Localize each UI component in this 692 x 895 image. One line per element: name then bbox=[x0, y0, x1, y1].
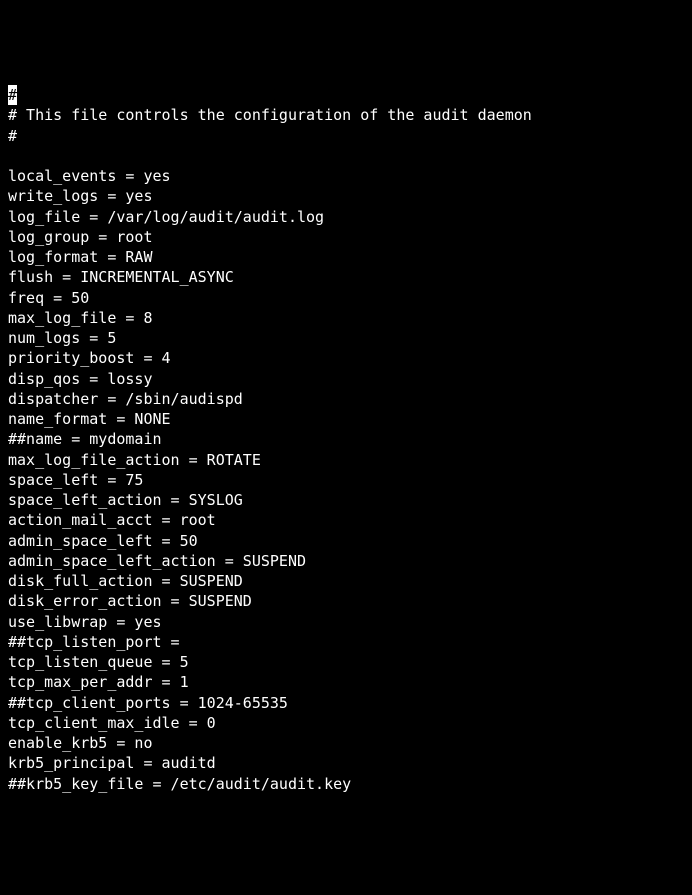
terminal-line: enable_krb5 = no bbox=[8, 733, 684, 753]
terminal-line: name_format = NONE bbox=[8, 409, 684, 429]
terminal-line: priority_boost = 4 bbox=[8, 348, 684, 368]
terminal-line: disk_error_action = SUSPEND bbox=[8, 591, 684, 611]
cursor-position: # bbox=[8, 85, 17, 105]
terminal-line: # bbox=[8, 85, 684, 105]
terminal-line: max_log_file = 8 bbox=[8, 308, 684, 328]
terminal-line: tcp_listen_queue = 5 bbox=[8, 652, 684, 672]
terminal-line: log_group = root bbox=[8, 227, 684, 247]
terminal-line: disk_full_action = SUSPEND bbox=[8, 571, 684, 591]
terminal-line: space_left_action = SYSLOG bbox=[8, 490, 684, 510]
terminal-line: space_left = 75 bbox=[8, 470, 684, 490]
terminal-line: write_logs = yes bbox=[8, 186, 684, 206]
terminal-line bbox=[8, 146, 684, 166]
terminal-line: log_file = /var/log/audit/audit.log bbox=[8, 207, 684, 227]
terminal-line: krb5_principal = auditd bbox=[8, 753, 684, 773]
terminal-line: # This file controls the configuration o… bbox=[8, 105, 684, 125]
terminal-line: ##tcp_client_ports = 1024-65535 bbox=[8, 693, 684, 713]
terminal-line: freq = 50 bbox=[8, 288, 684, 308]
terminal-line: tcp_max_per_addr = 1 bbox=[8, 672, 684, 692]
terminal-line: max_log_file_action = ROTATE bbox=[8, 450, 684, 470]
terminal-line: use_libwrap = yes bbox=[8, 612, 684, 632]
terminal-line: dispatcher = /sbin/audispd bbox=[8, 389, 684, 409]
terminal-line: ##name = mydomain bbox=[8, 429, 684, 449]
terminal-line: disp_qos = lossy bbox=[8, 369, 684, 389]
terminal-line: # bbox=[8, 126, 684, 146]
terminal-line: admin_space_left = 50 bbox=[8, 531, 684, 551]
terminal-line: log_format = RAW bbox=[8, 247, 684, 267]
terminal-line: ##tcp_listen_port = bbox=[8, 632, 684, 652]
terminal-line: flush = INCREMENTAL_ASYNC bbox=[8, 267, 684, 287]
terminal-line: action_mail_acct = root bbox=[8, 510, 684, 530]
terminal-line: tcp_client_max_idle = 0 bbox=[8, 713, 684, 733]
terminal-line: local_events = yes bbox=[8, 166, 684, 186]
terminal-line: num_logs = 5 bbox=[8, 328, 684, 348]
terminal-line: admin_space_left_action = SUSPEND bbox=[8, 551, 684, 571]
terminal-line: ##krb5_key_file = /etc/audit/audit.key bbox=[8, 774, 684, 794]
terminal-output[interactable]: ## This file controls the configuration … bbox=[8, 85, 684, 794]
